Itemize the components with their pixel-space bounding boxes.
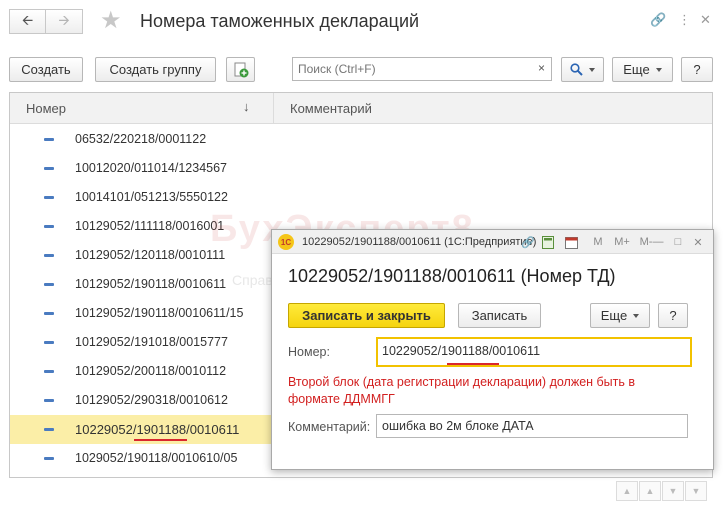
item-marker-icon: [44, 167, 54, 170]
more-vert-icon[interactable]: ⋮: [678, 12, 692, 28]
forward-button[interactable]: 🡪: [46, 9, 83, 34]
comment-label: Комментарий:: [288, 420, 371, 434]
number-field[interactable]: 10229052/1901188/0010611: [376, 337, 692, 367]
back-button[interactable]: 🡨: [9, 9, 46, 34]
item-marker-icon: [44, 399, 54, 402]
row-number: 10129052/190118/0010611: [75, 277, 227, 291]
row-number: 1029052/190118/0010610/05: [75, 451, 238, 465]
memory-mplus-icon[interactable]: M+: [614, 234, 630, 250]
page-title: Номера таможенных деклараций: [140, 11, 420, 31]
close-icon[interactable]: ✕: [690, 234, 706, 250]
row-number: 10129052/190118/0010611/15: [75, 306, 244, 320]
number-field-value: 10229052/1901188/0010611: [382, 344, 541, 358]
search-box: ×: [292, 57, 552, 81]
scroll-to-bottom-icon[interactable]: ▼: [685, 481, 707, 501]
row-number: 10129052/290318/0010612: [75, 393, 228, 407]
row-number: 10229052/1901188/0010611: [75, 422, 240, 437]
minimize-icon[interactable]: —: [650, 234, 666, 250]
item-marker-icon: [44, 138, 54, 141]
save-button[interactable]: Записать: [458, 303, 541, 328]
dialog-help-button[interactable]: ?: [658, 303, 688, 328]
row-number: 10129052/111118/0016001: [75, 219, 225, 233]
create-group-button[interactable]: Создать группу: [95, 57, 216, 82]
chevron-down-icon: [589, 67, 595, 72]
item-marker-icon: [44, 254, 54, 257]
item-marker-icon: [44, 196, 54, 199]
save-and-close-button[interactable]: Записать и закрыть: [288, 303, 445, 328]
link-icon[interactable]: 🔗: [520, 234, 536, 250]
scroll-down-icon[interactable]: ▼: [662, 481, 684, 501]
comment-field[interactable]: ошибка во 2м блоке ДАТА: [376, 414, 688, 438]
number-label: Номер:: [288, 345, 330, 359]
chevron-down-icon: [655, 67, 662, 72]
row-number: 06532/220218/0001122: [75, 132, 207, 146]
item-marker-icon: [44, 225, 54, 228]
more-button[interactable]: Еще: [612, 57, 673, 82]
close-icon[interactable]: ✕: [700, 12, 712, 28]
dialog-heading: 10229052/1901188/0010611 (Номер ТД): [288, 266, 616, 286]
item-marker-icon: [44, 283, 54, 286]
chevron-down-icon: [633, 313, 640, 318]
navigation-buttons: 🡨 🡪: [9, 9, 83, 34]
item-marker-icon: [44, 457, 54, 460]
row-number: 10014101/051213/5550122: [75, 190, 228, 204]
column-header-number[interactable]: Номер: [26, 101, 66, 116]
row-number: 10129052/120118/0010111: [75, 248, 226, 262]
row-number: 10129052/191018/0015777: [75, 335, 228, 349]
search-icon: [570, 63, 583, 76]
maximize-icon[interactable]: □: [670, 234, 686, 250]
sort-descending-icon[interactable]: ↓: [243, 99, 250, 114]
item-marker-icon: [44, 312, 54, 315]
help-button[interactable]: ?: [681, 57, 713, 82]
list-header: Номер ↓ Комментарий: [10, 93, 712, 124]
error-underline: [134, 439, 187, 441]
dialog-window-title: 10229052/1901188/0010611 (1С:Предприятие…: [302, 236, 537, 248]
dialog-more-button[interactable]: Еще: [590, 303, 650, 328]
create-button[interactable]: Создать: [9, 57, 83, 82]
table-row[interactable]: 10012020/011014/1234567: [10, 154, 712, 183]
edit-dialog: 1С 10229052/1901188/0010611 (1С:Предприя…: [271, 229, 714, 470]
list-scroll-controls: ▲ ▲ ▼ ▼: [616, 481, 707, 501]
calendar-icon[interactable]: [563, 234, 579, 250]
error-underline: [447, 363, 499, 365]
search-options-button[interactable]: [561, 57, 604, 82]
calculator-icon[interactable]: [540, 234, 556, 250]
table-row[interactable]: 06532/220218/0001122: [10, 125, 712, 154]
add-copy-icon: [234, 62, 248, 77]
more-button-label: Еще: [623, 62, 650, 77]
item-marker-icon: [44, 341, 54, 344]
row-number: 10012020/011014/1234567: [75, 161, 228, 175]
link-icon[interactable]: 🔗: [650, 12, 667, 28]
memory-m-icon[interactable]: M: [590, 234, 606, 250]
item-marker-icon: [44, 428, 54, 431]
search-input[interactable]: [293, 58, 528, 80]
dialog-more-label: Еще: [600, 308, 628, 323]
copy-add-button[interactable]: [226, 57, 255, 82]
scroll-up-icon[interactable]: ▲: [639, 481, 661, 501]
1c-logo-icon: 1С: [278, 234, 294, 250]
scroll-to-top-icon[interactable]: ▲: [616, 481, 638, 501]
arrow-right-icon: 🡪: [58, 11, 70, 28]
row-number: 10129052/200118/0010112: [75, 364, 227, 378]
dialog-titlebar[interactable]: 1С 10229052/1901188/0010611 (1С:Предприя…: [272, 230, 713, 254]
item-marker-icon: [44, 370, 54, 373]
column-header-comment[interactable]: Комментарий: [290, 101, 372, 116]
validation-error-message: Второй блок (дата регистрации декларации…: [288, 375, 636, 406]
column-divider[interactable]: [273, 93, 274, 124]
arrow-left-icon: 🡨: [21, 11, 34, 28]
clear-search-icon[interactable]: ×: [538, 61, 545, 75]
favorite-star-icon[interactable]: ★: [100, 8, 122, 34]
